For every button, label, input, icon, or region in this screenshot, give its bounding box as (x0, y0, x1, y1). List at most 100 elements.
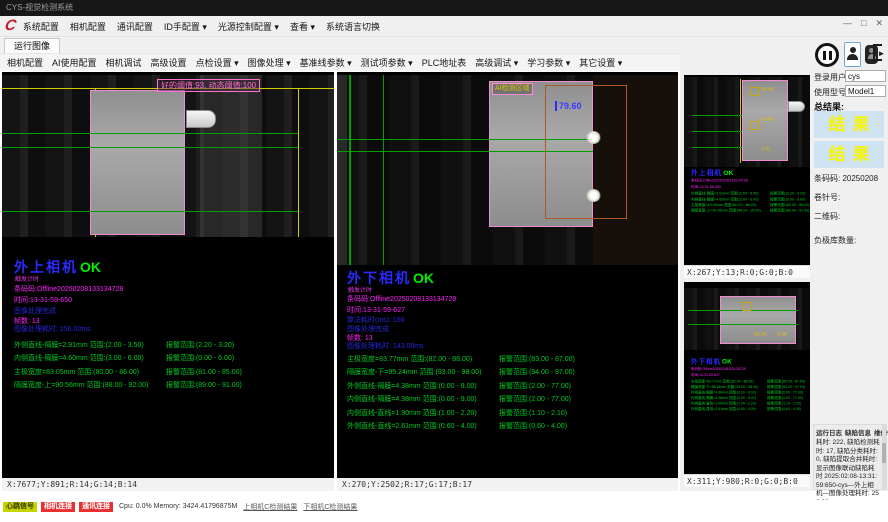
menu-item[interactable]: 通讯配置 (117, 20, 153, 33)
log-scrollbar[interactable] (882, 425, 886, 489)
toolbar-item[interactable]: 高级调试 ▾ (475, 56, 518, 69)
toolbar-item[interactable]: 高级设置 (151, 56, 187, 69)
ai-region-overlay-label: AI检测区域 (492, 83, 533, 95)
camera-name: 外下相机 (691, 358, 721, 366)
alarm-text: 报警范围:(2.20 - 3.20) (770, 191, 805, 196)
threshold-overlay-label: 好的阈值:93, 动态阈值:100 (157, 79, 260, 92)
measure-text: 内侧直线-直线=1.90mm 范围:(1.00 - 2.20) (347, 408, 499, 418)
toolbar-item[interactable]: 点检设置 ▾ (196, 56, 239, 69)
login-user-field[interactable]: cys (845, 70, 886, 82)
qr-code-label: 二维码: (814, 211, 840, 222)
toolbar-item[interactable]: 学习参数 ▾ (527, 56, 570, 69)
measurement-row: 外侧直线-隔膜=2.91mm 范围:(2.00 - 3.50)报警范围:(2.2… (691, 190, 810, 196)
mini-result-text: 外下相机OK条码码:Offline20250208133134728时间:13-… (691, 356, 810, 412)
status-badge: 相机连接 (41, 502, 75, 512)
menu-item[interactable]: 系统语言切换 (326, 20, 380, 33)
measure-text: 主极宽度=83.77mm 范围:(82.00 - 88.00) (691, 379, 767, 384)
measurement-row: 内侧直线-直线=1.90mm 范围:(1.00 - 2.20)报警范围:(1.1… (347, 406, 676, 420)
alarm-text: 报警范围:(83.00 - 87.00) (767, 379, 805, 384)
baseline-green (692, 131, 742, 132)
status-bar: 心跳信号相机连接通讯连接 Cpu: 0.0% Memory: 3424.4179… (0, 500, 888, 513)
elapsed-text: 图像处理耗时: 143.00ms (347, 341, 424, 351)
measure-text: 隔膜宽度-上=90.56mm 范围:(88.00 - 92.00) (691, 208, 770, 213)
measurement-rows: 主极宽度=83.77mm 范围:(82.00 - 88.00)报警范围:(83.… (347, 352, 676, 433)
baseline-green (692, 115, 742, 116)
mini-camera-view-upper[interactable]: 90.5683.052.91 外上相机OK条码码:Offline20250208… (684, 75, 810, 265)
toolbar-item[interactable]: PLC地址表 (422, 56, 467, 69)
measure-tag: 2.91 (761, 147, 774, 152)
measurement-row: 隔膜宽度-下=95.24mm 范围:(93.00 - 98.00)报警范围:(9… (347, 366, 676, 380)
user-icon (847, 54, 858, 60)
alarm-text: 报警范围:(89.00 - 91.00) (770, 208, 809, 213)
toolbar-item[interactable]: 其它设置 ▾ (579, 56, 622, 69)
measurement-row: 外侧直线-直线=2.61mm 范围:(0.60 - 4.00)报警范围:(0.6… (691, 406, 810, 412)
trigger-tag: 触发计时 (348, 285, 372, 294)
measure-tag: 95.24 (754, 332, 767, 337)
toolbar-item[interactable]: 相机调试 (106, 56, 142, 69)
toolbar-item[interactable]: 测试项参数 ▾ (361, 56, 413, 69)
camera-name: 外上相机 (691, 169, 722, 177)
measurement-row: 主极宽度=83.05mm 范围:(80.00 - 86.00)报警范围:(81.… (691, 202, 810, 208)
toolbar-item[interactable]: 相机配置 (7, 56, 43, 69)
pause-button[interactable] (815, 43, 839, 67)
camera-view-lower[interactable]: AI检测区域 79.60 外下相机OK 触发计时 条码码:Offline2025… (337, 72, 678, 478)
login-user-label: 登录用户: (814, 72, 848, 83)
measure-text: 主极宽度=83.05mm 范围:(80.00 - 86.00) (691, 202, 770, 207)
log-tab-defect[interactable]: 缺陷信息 (845, 427, 871, 437)
pixel-coordinate-readout: X:267;Y:13;R:0;G:0;B:0 (684, 265, 810, 278)
toolbar-item[interactable]: 基准线参数 ▾ (300, 56, 352, 69)
exit-button[interactable]: ► (873, 44, 887, 65)
elapsed-text: 图像处理耗时: 256.00ms (14, 324, 91, 334)
status-badge: 通讯连接 (79, 502, 113, 512)
menubar: C 系统配置相机配置通讯配置ID手配置 ▾光源控制配置 ▾查看 ▾系统语言切换 (0, 16, 888, 37)
log-scrollbar-thumb[interactable] (882, 443, 886, 463)
toolbar-item[interactable]: 图像处理 ▾ (248, 56, 291, 69)
menu-items: 系统配置相机配置通讯配置 ID手配置 ▾ 光源控制配置 ▾ 查看 ▾ 系统语言切换 (23, 20, 391, 33)
measure-text: 外侧直线-隔膜=4.38mm 范围:(0.00 - 9.00) (347, 381, 499, 391)
toolbar-item[interactable]: AI使用配置 (52, 56, 97, 69)
cpu-memory-readout: Cpu: 0.0% Memory: 3424.41796875M (119, 503, 237, 510)
measure-text: 外侧直线-直线=2.61mm 范围:(0.60 - 4.00) (691, 406, 767, 411)
status-ok: OK (413, 270, 434, 286)
time-text: 时间:13-31-59-627 (691, 373, 810, 378)
alarm-text: 报警范围:(89.00 - 91.00) (166, 380, 242, 390)
result-box-lower: 结果 (814, 141, 884, 168)
lower-camera-result-link[interactable]: 下相机C检测结果 (303, 502, 357, 512)
baseline-green (383, 75, 384, 265)
baseline-green (2, 211, 298, 212)
menu-item[interactable]: 光源控制配置 ▾ (218, 20, 279, 33)
upper-camera-result-link[interactable]: 上相机C检测结果 (243, 502, 297, 512)
reflection-spot (586, 131, 601, 144)
alarm-text: 报警范围:(0.00 - 6.00) (770, 196, 805, 201)
measure-text: 主极宽度=83.77mm 范围:(82.00 - 88.00) (347, 354, 499, 364)
camera-view-upper[interactable]: 好的阈值:93, 动态阈值:100 外上相机OK 触发计时 条码码:Offlin… (2, 72, 334, 478)
camera-image-lower[interactable]: AI检测区域 79.60 (337, 75, 678, 265)
mini-camera-image: 90.5683.052.91 (684, 77, 810, 167)
measure-text: 隔膜宽度-下=95.24mm 范围:(93.00 - 98.00) (347, 367, 499, 377)
mini-result-text: 外上相机OK条码码:Offline20250208133134728时间:13-… (691, 167, 810, 213)
menu-item[interactable]: ID手配置 ▾ (164, 20, 207, 33)
baseline-green (692, 147, 742, 148)
window-title: CYS-视觉检测系统 (6, 3, 73, 12)
close-icon[interactable]: ✕ (875, 19, 883, 28)
measurement-row: 主极宽度=83.77mm 范围:(82.00 - 88.00)报警范围:(83.… (691, 379, 810, 385)
baseline-green (2, 133, 298, 134)
result-box-upper: 结果 (814, 111, 884, 138)
maximize-icon[interactable]: □ (861, 19, 866, 28)
log-tab-run[interactable]: 运行日志 (816, 427, 842, 437)
menu-item[interactable]: 相机配置 (70, 20, 106, 33)
tab-run-image[interactable]: 运行图像 (4, 38, 60, 53)
model-field[interactable]: Model1 (845, 85, 886, 97)
menu-item[interactable]: 系统配置 (23, 20, 59, 33)
measure-text: 隔膜宽度-下=95.24mm 范围:(93.00 - 98.00) (691, 384, 767, 389)
user-login-button[interactable] (844, 42, 861, 67)
alarm-text: 报警范围:(1.10 - 2.10) (499, 408, 567, 418)
roi-box-yellow (750, 121, 759, 130)
mini-camera-view-lower[interactable]: 95.244.38 外下相机OK条码码:Offline2025020813313… (684, 282, 810, 474)
measurement-row: 内侧直线-隔膜=4.60mm 范围:(3.00 - 6.00)报警范围:(0.0… (691, 196, 810, 202)
minimize-icon[interactable]: — (843, 19, 852, 28)
process-done-text: 图像处理完成 (14, 306, 56, 316)
camera-image-upper[interactable]: 好的阈值:93, 动态阈值:100 (2, 75, 334, 237)
measure-text: 内侧直线-直线=1.90mm 范围:(1.00 - 2.20) (691, 401, 767, 406)
menu-item[interactable]: 查看 ▾ (290, 20, 315, 33)
